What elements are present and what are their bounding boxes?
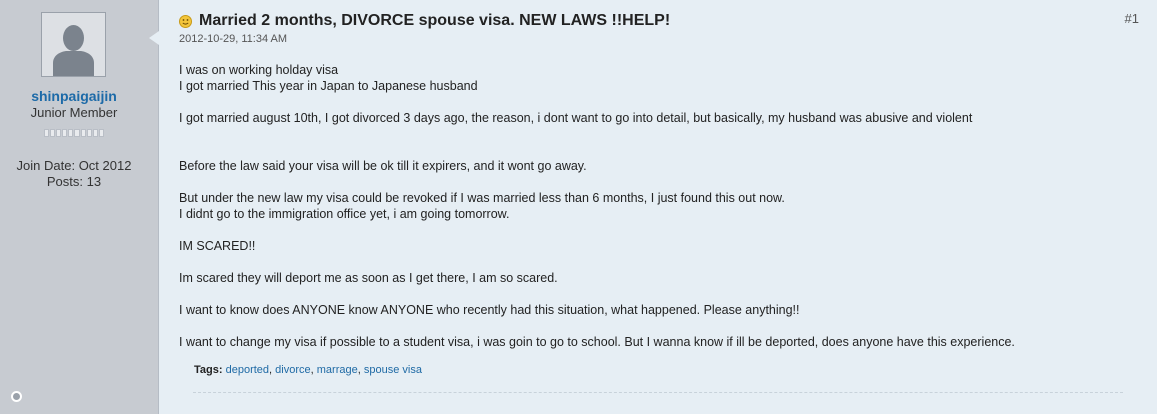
join-date: Join Date: Oct 2012 xyxy=(16,158,132,173)
default-avatar-icon[interactable] xyxy=(41,12,106,77)
reputation-segment xyxy=(44,129,50,137)
tag-link[interactable]: marrage xyxy=(317,364,358,376)
post-count: Posts: 13 xyxy=(46,174,102,189)
reputation-segment xyxy=(56,129,62,137)
reputation-segment xyxy=(50,129,56,137)
post-line: Before the law said your visa will be ok… xyxy=(179,159,587,173)
post-line: IM SCARED!! xyxy=(179,239,256,253)
post-line: I want to know does ANYONE know ANYONE w… xyxy=(179,303,800,317)
tag-link[interactable]: divorce xyxy=(275,364,310,376)
user-panel-pointer xyxy=(149,31,159,45)
post-line: But under the new law my visa could be r… xyxy=(179,191,785,205)
tag-link[interactable]: deported xyxy=(226,364,269,376)
reputation-segment xyxy=(62,129,68,137)
post-line: Im scared they will deport me as soon as… xyxy=(179,271,558,285)
smile-icon xyxy=(179,14,192,28)
reputation-segment xyxy=(86,129,92,137)
tags-label: Tags: xyxy=(194,364,223,376)
post-line: I didnt go to the immigration office yet… xyxy=(179,207,510,221)
reputation-segment xyxy=(98,129,104,137)
post-title: Married 2 months, DIVORCE spouse visa. N… xyxy=(199,12,671,29)
post-line: I was on working holday visa xyxy=(179,63,339,77)
post-line: I want to change my visa if possible to … xyxy=(179,335,1015,349)
post-body: I was on working holday visa I got marri… xyxy=(179,62,1129,350)
user-info-panel: shinpaigaijin Junior Member Join Date: O… xyxy=(0,0,159,414)
username-link[interactable]: shinpaigaijin xyxy=(0,88,148,104)
post-date: 2012-10-29, 11:34 AM xyxy=(179,33,288,45)
reputation-segment xyxy=(80,129,86,137)
user-title: Junior Member xyxy=(30,105,118,120)
reputation-bar xyxy=(44,129,104,137)
post-title-row: Married 2 months, DIVORCE spouse visa. N… xyxy=(179,12,670,30)
reputation-segment xyxy=(74,129,80,137)
reputation-segment xyxy=(92,129,98,137)
post-line: I got married august 10th, I got divorce… xyxy=(179,111,973,125)
reputation-segment xyxy=(68,129,74,137)
post-tags: Tags: deported, divorce, marrage, spouse… xyxy=(194,364,422,376)
post-line: I got married This year in Japan to Japa… xyxy=(179,79,478,93)
offline-status-icon xyxy=(11,391,22,402)
post: Married 2 months, DIVORCE spouse visa. N… xyxy=(159,0,1157,414)
post-divider xyxy=(193,392,1123,393)
tag-link[interactable]: spouse visa xyxy=(364,364,422,376)
post-permalink[interactable]: #1 xyxy=(1125,11,1139,26)
